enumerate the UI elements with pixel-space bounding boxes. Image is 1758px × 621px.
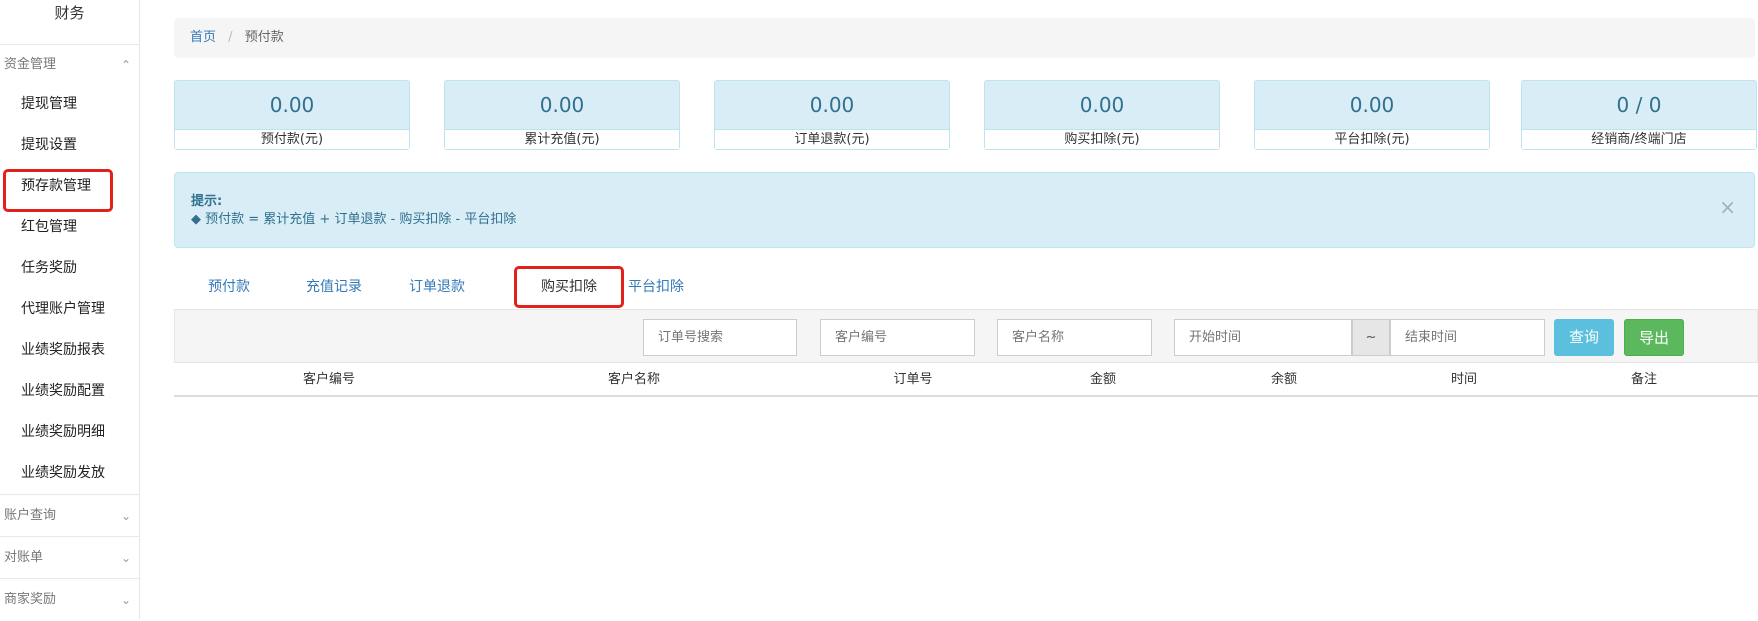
- sidebar-item-perf-detail[interactable]: 业绩奖励明细: [0, 412, 139, 453]
- stat-card-order-refund: 0.00 订单退款(元): [714, 80, 950, 150]
- column-header-balance[interactable]: 余额: [1244, 363, 1324, 397]
- stat-value: 0.00: [269, 93, 315, 117]
- sidebar-item-agent-account[interactable]: 代理账户管理: [0, 289, 139, 330]
- sidebar-item-perf-report[interactable]: 业绩奖励报表: [0, 330, 139, 371]
- stat-label: 累计充值(元): [445, 129, 679, 149]
- column-header-customer-no[interactable]: 客户编号: [279, 363, 379, 397]
- export-button[interactable]: 导出: [1624, 319, 1684, 356]
- tab-order-refund[interactable]: 订单退款: [382, 266, 492, 308]
- start-time-input[interactable]: [1174, 319, 1352, 356]
- date-range-separator: ~: [1352, 319, 1390, 356]
- chevron-up-icon: ⌃: [120, 58, 131, 72]
- info-alert: 提示: ◆ 预付款 = 累计充值 + 订单退款 - 购买扣除 - 平台扣除 ×: [174, 172, 1755, 248]
- alert-title: 提示:: [191, 194, 223, 209]
- alert-formula: ◆ 预付款 = 累计充值 + 订单退款 - 购买扣除 - 平台扣除: [191, 212, 517, 227]
- stat-card-prepaid: 0.00 预付款(元): [174, 80, 410, 150]
- tab-platform-deduction[interactable]: 平台扣除: [601, 266, 711, 308]
- stat-label: 预付款(元): [175, 129, 409, 149]
- table-header: 客户编号 客户名称 订单号 金额 余额 时间 备注: [174, 363, 1758, 397]
- order-no-search-input[interactable]: [643, 319, 797, 356]
- sidebar-item-task-reward[interactable]: 任务奖励: [0, 248, 139, 289]
- sidebar-group-label: 资金管理: [4, 57, 57, 72]
- end-time-input[interactable]: [1390, 319, 1545, 356]
- stat-value: 0.00: [809, 93, 855, 117]
- filter-toolbar: ~ 查询 导出: [174, 309, 1758, 363]
- breadcrumb-current: 预付款: [244, 30, 284, 45]
- breadcrumb: 首页 / 预付款: [174, 18, 1755, 58]
- chevron-down-icon: ⌄: [120, 551, 131, 565]
- column-header-customer-name[interactable]: 客户名称: [584, 363, 684, 397]
- stat-label: 订单退款(元): [715, 129, 949, 149]
- stat-card-platform-deduction: 0.00 平台扣除(元): [1254, 80, 1490, 150]
- breadcrumb-separator: /: [228, 30, 233, 45]
- stat-label: 购买扣除(元): [985, 129, 1219, 149]
- close-icon[interactable]: ×: [1719, 195, 1736, 219]
- sidebar-group-account-query[interactable]: 账户查询 ⌄: [0, 494, 139, 536]
- sidebar-group-statement[interactable]: 对账单 ⌄: [0, 536, 139, 578]
- tab-recharge-records[interactable]: 充值记录: [279, 266, 389, 308]
- sidebar-group-funds[interactable]: 资金管理 ⌃: [0, 44, 139, 84]
- tab-bar: 预付款 充值记录 订单退款 购买扣除 平台扣除: [174, 266, 1758, 308]
- sidebar-group-merchant-reward[interactable]: 商家奖励 ⌄: [0, 578, 139, 620]
- sidebar: 财务 资金管理 ⌃ 提现管理 提现设置 预存款管理 红包管理 任务奖励 代理账户…: [0, 0, 140, 619]
- stat-card-total-recharge: 0.00 累计充值(元): [444, 80, 680, 150]
- stat-label: 平台扣除(元): [1255, 129, 1489, 149]
- stat-card-purchase-deduction: 0.00 购买扣除(元): [984, 80, 1220, 150]
- customer-name-input[interactable]: [997, 319, 1152, 356]
- stat-value: 0 / 0: [1616, 93, 1662, 117]
- chevron-down-icon: ⌄: [120, 593, 131, 607]
- sidebar-group-label: 商家奖励: [4, 592, 57, 607]
- stat-label: 经销商/终端门店: [1522, 129, 1756, 149]
- stat-value: 0.00: [539, 93, 585, 117]
- stat-value: 0.00: [1349, 93, 1395, 117]
- stats-row: 0.00 预付款(元) 0.00 累计充值(元) 0.00 订单退款(元) 0.…: [174, 80, 1758, 150]
- sidebar-item-withdraw-manage[interactable]: 提现管理: [0, 84, 139, 125]
- column-header-remark[interactable]: 备注: [1604, 363, 1684, 397]
- sidebar-item-red-packet[interactable]: 红包管理: [0, 207, 139, 248]
- sidebar-title: 财务: [54, 4, 85, 22]
- column-header-order-no[interactable]: 订单号: [868, 363, 958, 397]
- main-content: 首页 / 预付款 0.00 预付款(元) 0.00 累计充值(元) 0.00 订…: [174, 18, 1758, 397]
- query-button[interactable]: 查询: [1554, 319, 1614, 356]
- column-header-time[interactable]: 时间: [1424, 363, 1504, 397]
- breadcrumb-home-link[interactable]: 首页: [190, 30, 216, 45]
- sidebar-item-perf-payout[interactable]: 业绩奖励发放: [0, 453, 139, 494]
- column-header-amount[interactable]: 金额: [1063, 363, 1143, 397]
- tab-prepaid[interactable]: 预付款: [174, 266, 284, 308]
- customer-no-input[interactable]: [820, 319, 975, 356]
- sidebar-item-withdraw-settings[interactable]: 提现设置: [0, 125, 139, 166]
- sidebar-group-label: 对账单: [4, 550, 44, 565]
- stat-card-dealer-store: 0 / 0 经销商/终端门店: [1521, 80, 1757, 150]
- sidebar-item-deposit-manage[interactable]: 预存款管理: [0, 166, 139, 212]
- sidebar-item-perf-config[interactable]: 业绩奖励配置: [0, 371, 139, 412]
- chevron-down-icon: ⌄: [120, 509, 131, 523]
- sidebar-group-label: 账户查询: [4, 508, 57, 523]
- stat-value: 0.00: [1079, 93, 1125, 117]
